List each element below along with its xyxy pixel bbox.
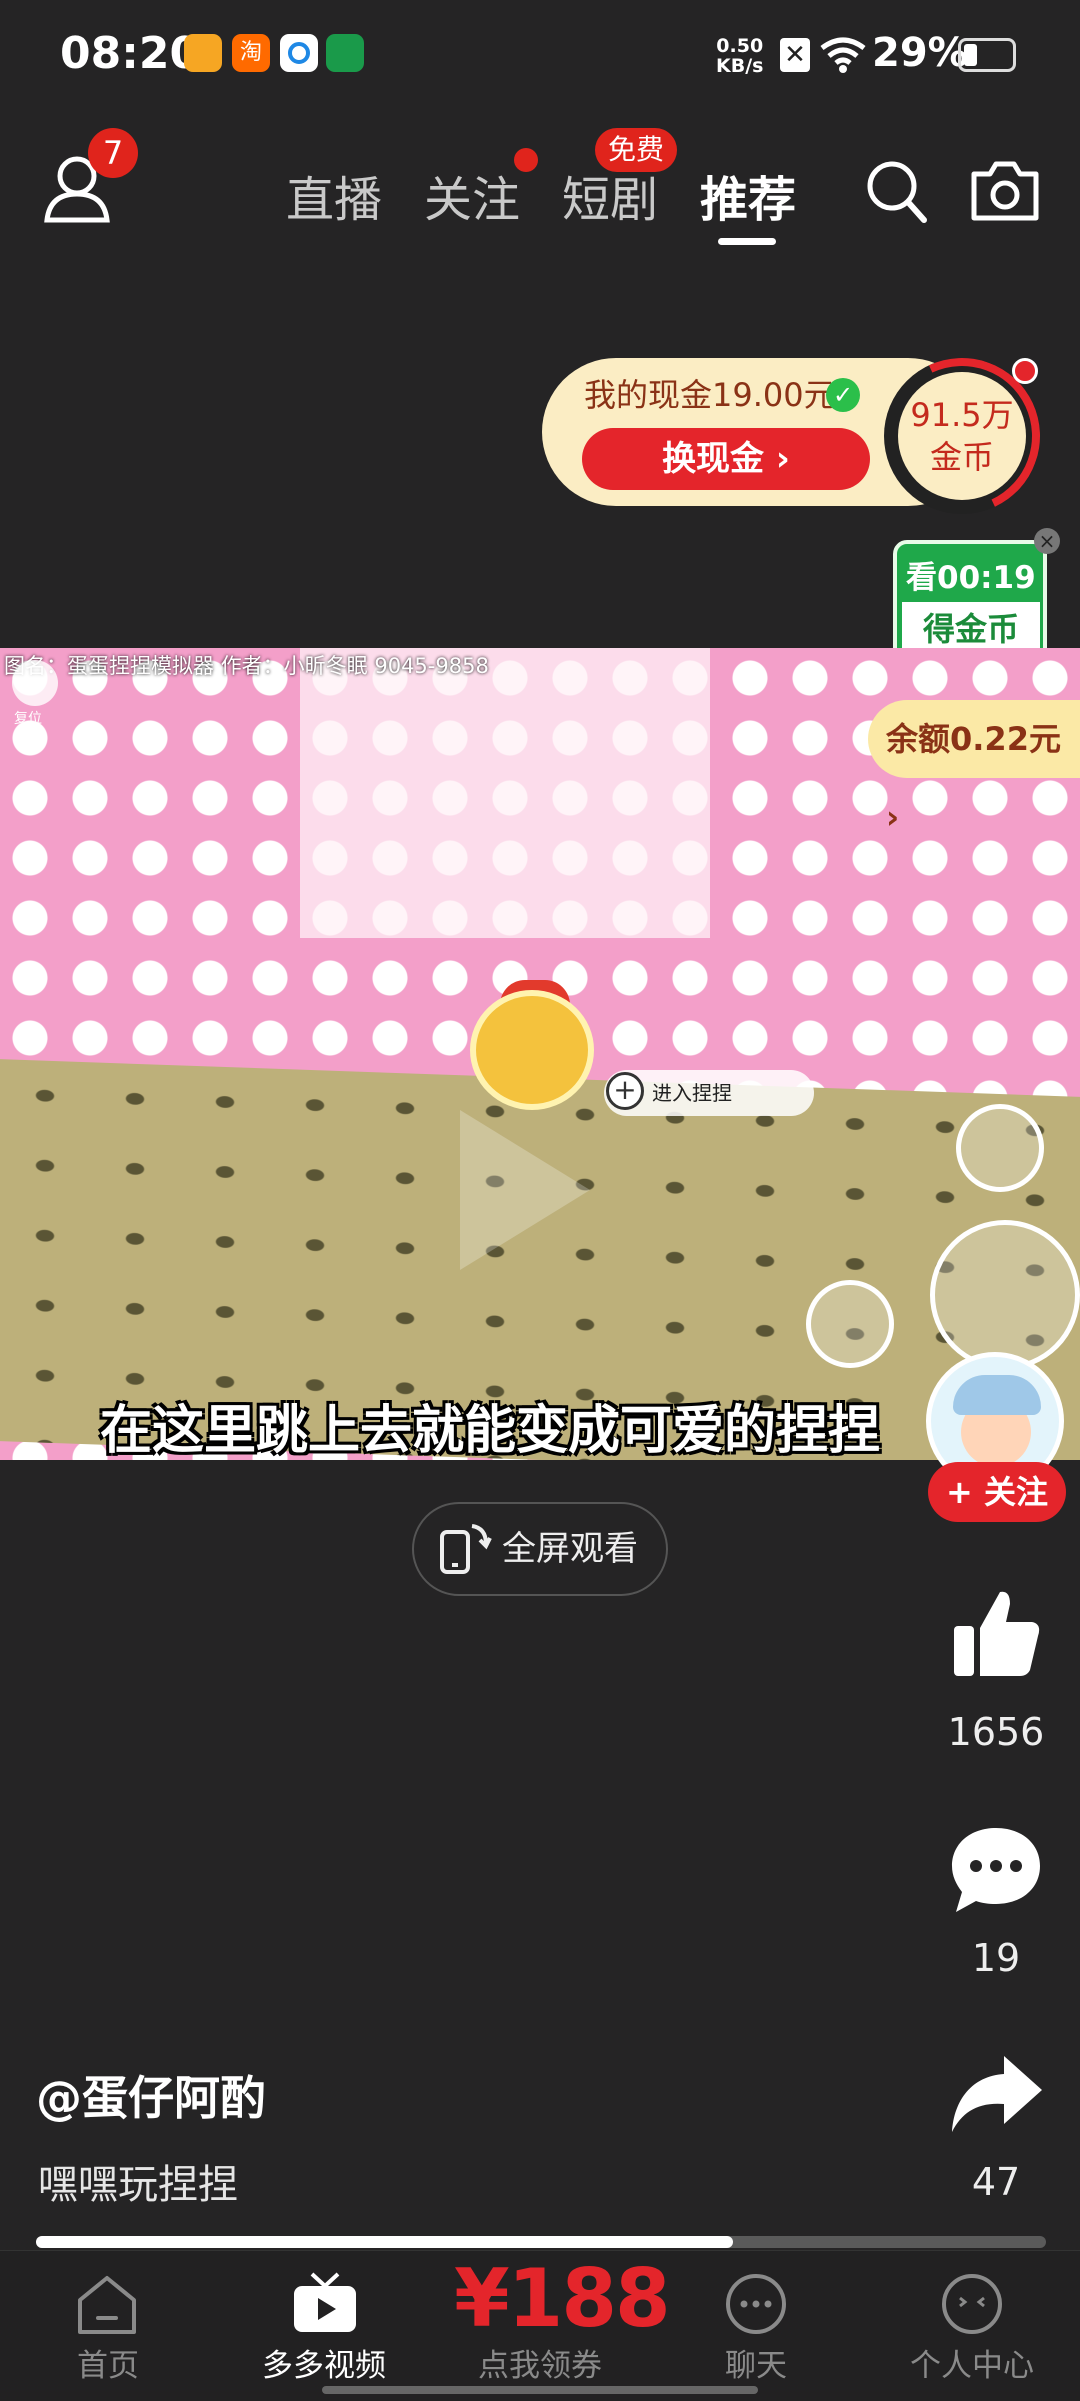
video-description: 嘿嘿玩捏捏 (38, 2162, 238, 2208)
nav-profile[interactable]: 个人中心 (892, 2340, 1052, 2385)
game-skill-icon (806, 1280, 894, 1368)
status-time: 08:20 (60, 28, 201, 79)
comments-count: 19 (971, 1936, 1021, 1980)
check-icon: ✓ (826, 378, 860, 412)
battery-icon (958, 38, 1016, 72)
close-icon[interactable]: × (1034, 528, 1060, 554)
home-icon[interactable] (74, 2272, 140, 2336)
user-center-icon[interactable] (938, 2272, 1006, 2336)
video-progress-bar[interactable] (36, 2236, 1046, 2248)
taobao-icon: 淘 (232, 34, 270, 72)
camera-icon[interactable] (968, 158, 1042, 224)
free-badge: 免费 (595, 128, 677, 172)
follow-button[interactable]: + 关注 (928, 1462, 1066, 1522)
game-jump-icon (930, 1220, 1080, 1370)
exchange-cash-button[interactable]: 换现金 › (582, 428, 870, 490)
status-bar: 08:20 淘 0.50 KB/s ✕ 29% (0, 0, 1080, 110)
active-tab-indicator (718, 238, 776, 245)
tab-following[interactable]: 关注 (424, 160, 520, 230)
reset-label: 复位 (14, 711, 42, 727)
coin-balance[interactable]: 91.5万 金币 (898, 372, 1026, 500)
tab-recommend[interactable]: 推荐 (700, 160, 796, 230)
likes-count: 1656 (947, 1710, 1045, 1754)
tab-live[interactable]: 直播 (286, 160, 382, 230)
video-progress-fill (36, 2236, 733, 2248)
game-action-icon (956, 1104, 1044, 1192)
reset-icon[interactable] (12, 660, 58, 706)
like-icon[interactable] (948, 1586, 1044, 1682)
plus-icon: + (606, 1072, 644, 1110)
wifi-icon (820, 37, 866, 73)
game-character (470, 990, 594, 1110)
video-tv-icon[interactable] (290, 2272, 360, 2336)
profile-badge: 7 (88, 128, 138, 178)
coupon-price[interactable]: ¥188 (454, 2252, 671, 2345)
nav-home[interactable]: 首页 (28, 2340, 188, 2385)
comment-icon[interactable] (948, 1824, 1044, 1916)
browser-icon (280, 34, 318, 72)
shares-count: 47 (971, 2160, 1021, 2204)
video-app-icon (184, 34, 222, 72)
nav-coupon[interactable]: 点我领券 (460, 2340, 620, 2385)
chat-icon[interactable] (722, 2272, 790, 2336)
search-icon[interactable] (864, 158, 928, 224)
nav-chat[interactable]: 聊天 (676, 2340, 836, 2385)
author-name[interactable]: @蛋仔阿酌 (36, 2062, 266, 2128)
video-credit: 图名：蛋蛋捏捏模拟器 作者：小昕冬眠 9045-9858 (4, 654, 489, 678)
battery-percent: 29% (872, 30, 968, 76)
balance-pill[interactable]: 余额0.22元 › (868, 700, 1080, 836)
share-icon[interactable] (948, 2052, 1044, 2136)
video-subtitle: 在这里跳上去就能变成可爱的捏捏 (100, 1401, 881, 1461)
network-speed: 0.50 KB/s (716, 35, 764, 77)
rotate-phone-icon (440, 1524, 492, 1574)
post-office-icon (326, 34, 364, 72)
nav-videos[interactable]: 多多视频 (244, 2340, 404, 2385)
play-icon[interactable] (460, 1110, 590, 1270)
cash-balance-text: 我的现金19.00元 (584, 376, 836, 414)
coin-notification-dot (1012, 358, 1038, 384)
following-dot (514, 148, 538, 172)
watch-timer: 看00:19 (906, 560, 1036, 596)
home-indicator (322, 2386, 758, 2394)
fullscreen-label: 全屏观看 (502, 1529, 638, 1569)
sim-off-icon: ✕ (780, 38, 810, 72)
